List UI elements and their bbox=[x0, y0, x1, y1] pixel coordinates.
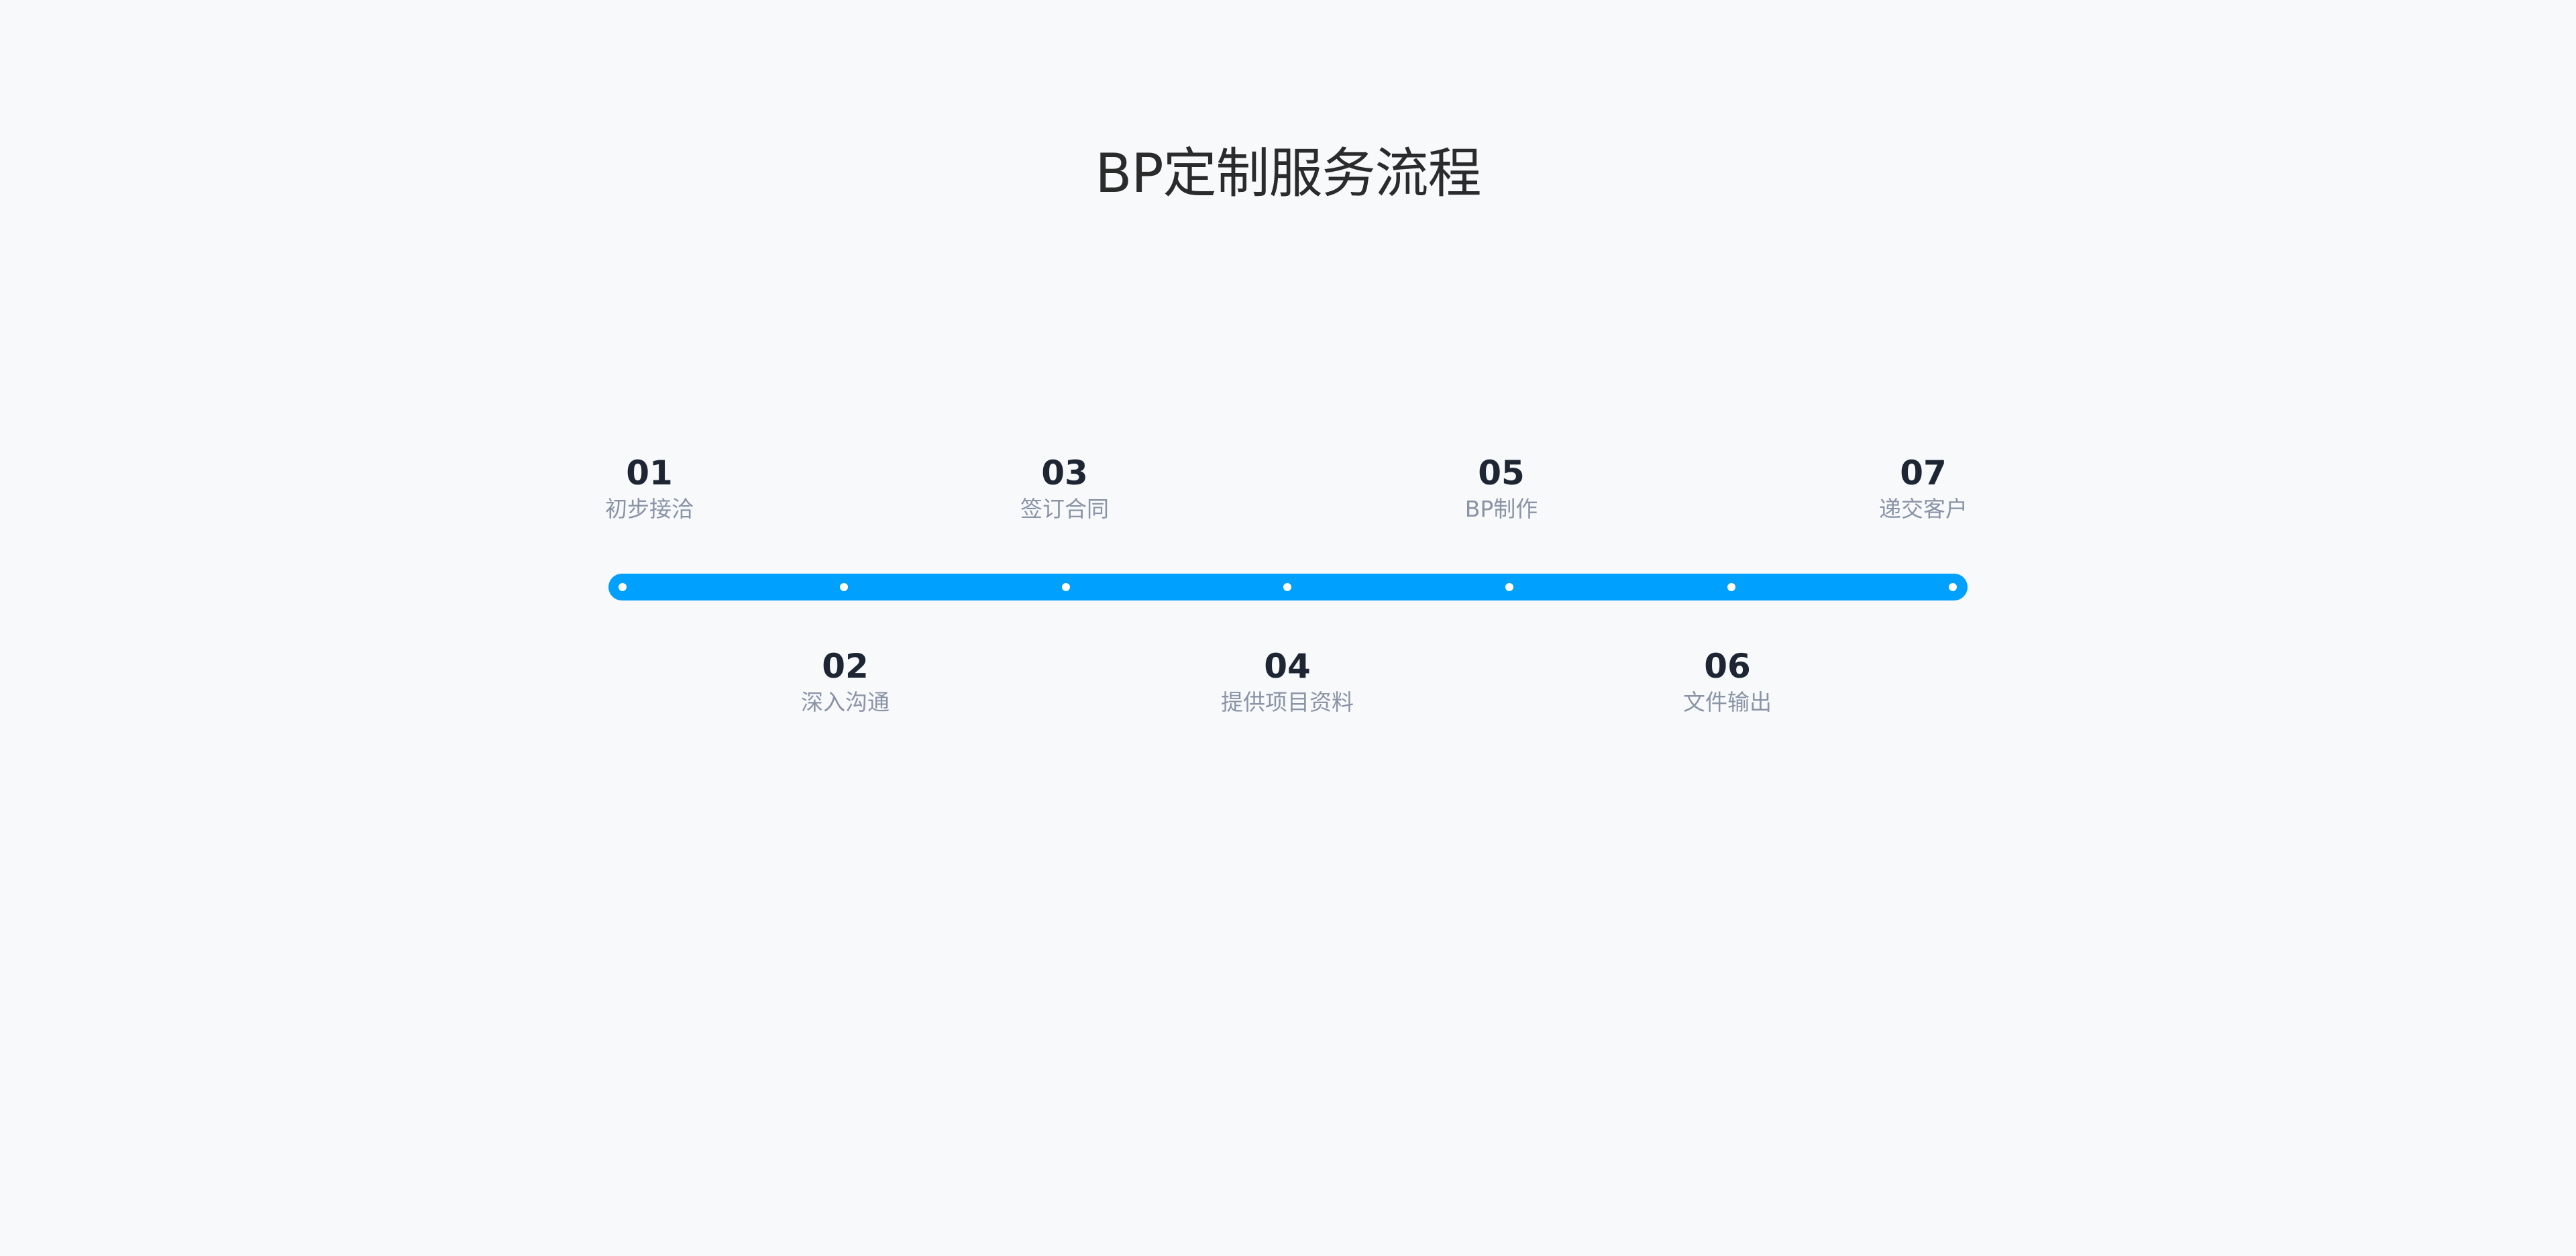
step-label: 提供项目资料 bbox=[1221, 689, 1354, 715]
step-label: 签订合同 bbox=[1020, 496, 1109, 522]
step-06: 06 文件输出 bbox=[1607, 645, 1848, 718]
step-02: 02 深入沟通 bbox=[724, 645, 966, 718]
process-timeline: 01 初步接洽 02 深入沟通 03 签订合同 04 提供项目资料 05 BP制… bbox=[0, 0, 2576, 1256]
step-number: 05 bbox=[1478, 454, 1525, 492]
step-05: 05 BP制作 bbox=[1381, 452, 1622, 525]
step-03: 03 签订合同 bbox=[944, 452, 1185, 525]
step-label: 初步接洽 bbox=[605, 496, 694, 522]
step-number: 03 bbox=[1041, 454, 1088, 492]
step-01: 01 初步接洽 bbox=[529, 452, 770, 525]
timeline-dot-05 bbox=[1505, 583, 1513, 591]
timeline-dot-01 bbox=[619, 583, 627, 591]
step-label: 递交客户 bbox=[1879, 496, 1968, 522]
step-number: 07 bbox=[1900, 454, 1947, 492]
timeline-dot-07 bbox=[1949, 583, 1957, 591]
timeline-dot-04 bbox=[1283, 583, 1291, 591]
step-number: 06 bbox=[1704, 647, 1751, 686]
step-label: 文件输出 bbox=[1683, 689, 1772, 715]
step-04: 04 提供项目资料 bbox=[1167, 645, 1408, 718]
timeline-dot-03 bbox=[1062, 583, 1070, 591]
step-label: 深入沟通 bbox=[801, 689, 890, 715]
timeline-dot-02 bbox=[840, 583, 848, 591]
step-label: BP制作 bbox=[1464, 496, 1538, 522]
step-number: 04 bbox=[1264, 647, 1311, 686]
step-number: 02 bbox=[822, 647, 869, 686]
step-07: 07 递交客户 bbox=[1803, 452, 2044, 525]
timeline-dot-06 bbox=[1727, 583, 1735, 591]
step-number: 01 bbox=[626, 454, 673, 492]
